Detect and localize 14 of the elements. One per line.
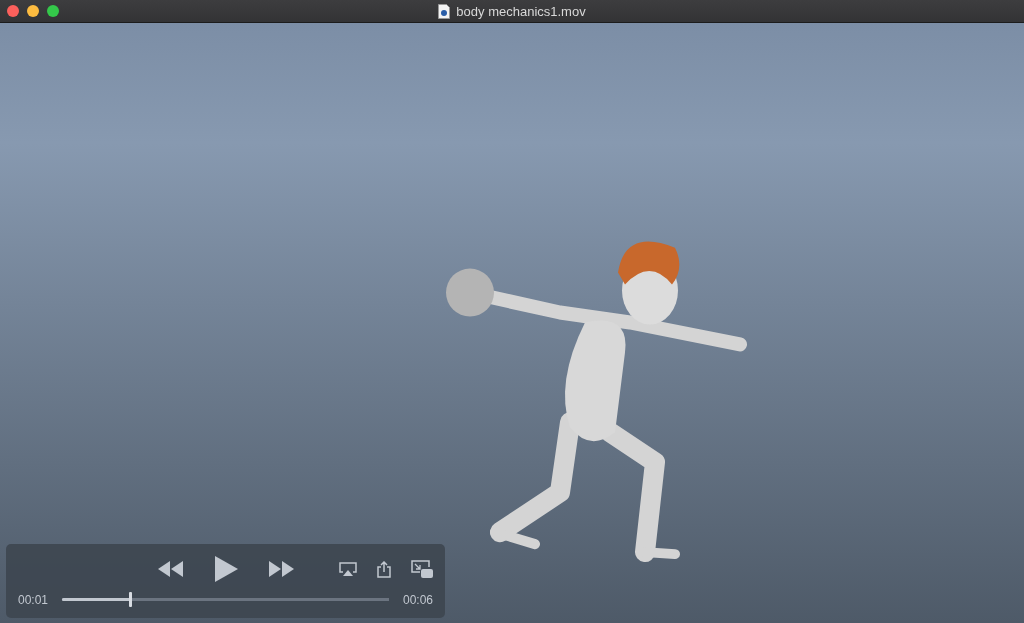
duration-time: 00:06 [402, 592, 433, 607]
rewind-button[interactable] [158, 561, 184, 577]
play-button[interactable] [214, 556, 238, 582]
airplay-icon[interactable] [339, 561, 357, 577]
window-title: body mechanics1.mov [456, 3, 586, 19]
document-icon [438, 3, 451, 19]
fast-forward-button[interactable] [268, 561, 294, 577]
playhead[interactable] [128, 592, 132, 607]
elapsed-time: 00:01 [18, 592, 49, 607]
picture-in-picture-icon[interactable] [411, 560, 433, 578]
close-button[interactable] [7, 5, 19, 17]
share-icon[interactable] [377, 560, 391, 578]
minimize-button[interactable] [27, 5, 39, 17]
zoom-button[interactable] [47, 5, 59, 17]
